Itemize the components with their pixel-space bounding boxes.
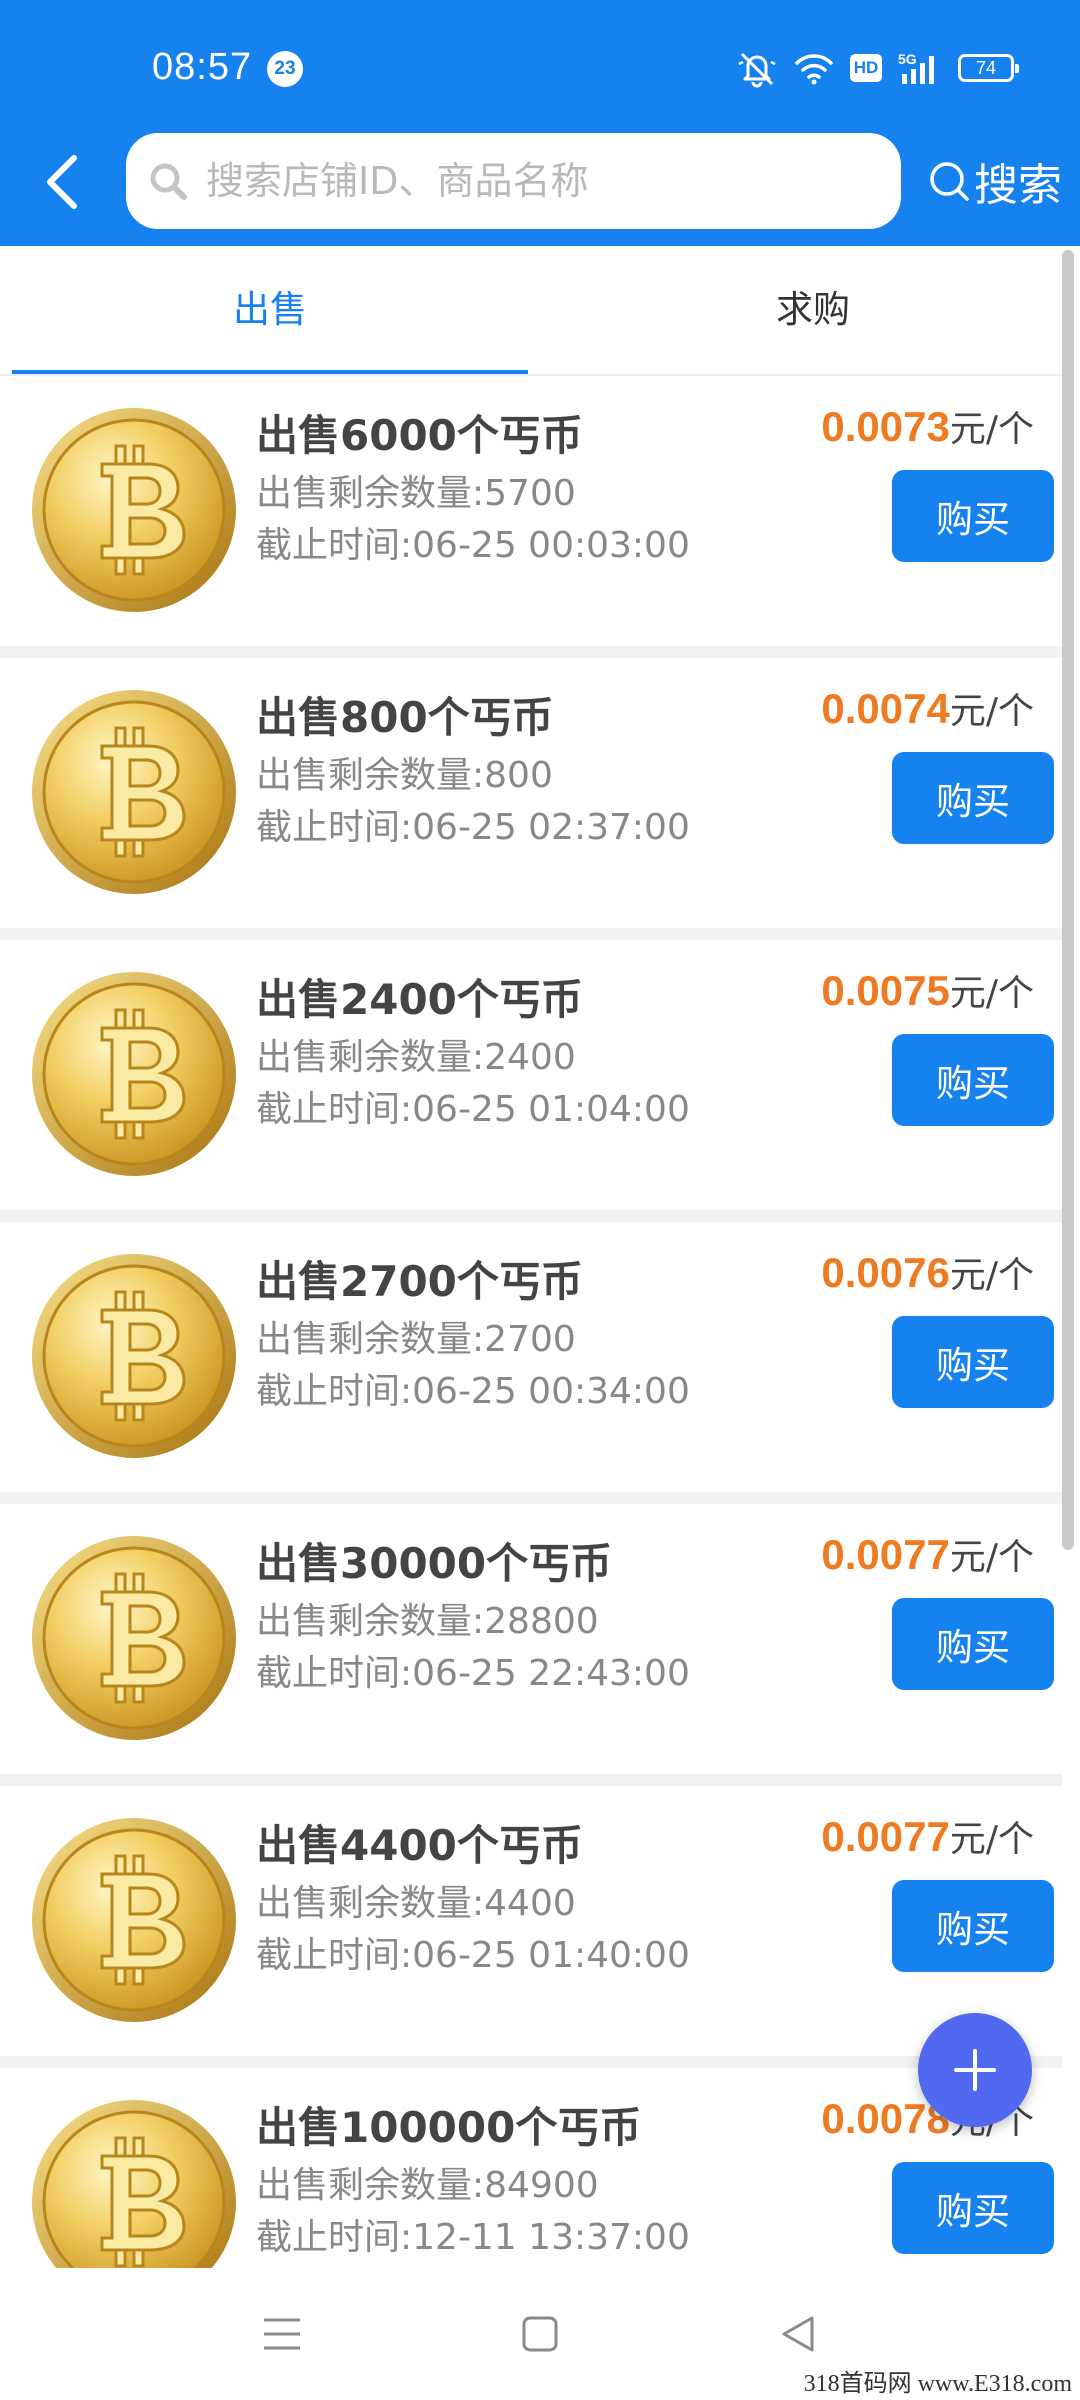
status-icons: HD 5G 74 — [736, 46, 1019, 90]
back-button[interactable] — [36, 150, 92, 214]
listing-deadline: 截止时间:06-25 01:04:00 — [256, 1089, 690, 1130]
search-bar[interactable] — [126, 133, 901, 229]
listing-remaining: 出售剩余数量:2400 — [256, 1037, 576, 1078]
listing-price: 0.0076元/个 — [821, 1246, 1034, 1298]
network-type-label: 5G — [898, 51, 917, 67]
listing-price: 0.0075元/个 — [821, 964, 1034, 1016]
price-unit: 元/个 — [949, 1255, 1034, 1296]
price-value: 0.0073 — [821, 403, 950, 450]
listing-title: 出售4400个丐币 — [256, 1821, 583, 1870]
listing-remaining: 出售剩余数量:4400 — [256, 1883, 576, 1924]
bitcoin-coin-icon — [30, 1252, 238, 1460]
listing-item[interactable]: 出售6000个丐币 出售剩余数量:5700 截止时间:06-25 00:03:0… — [0, 376, 1062, 658]
price-value: 0.0075 — [821, 967, 950, 1014]
listing-deadline: 截止时间:12-11 13:37:00 — [256, 2217, 690, 2258]
buy-button[interactable]: 购买 — [892, 1598, 1054, 1690]
active-tab-indicator — [12, 370, 528, 374]
bitcoin-coin-icon — [30, 1534, 238, 1742]
notification-count-badge: 23 — [267, 51, 303, 87]
signal-5g-icon: 5G — [898, 50, 942, 86]
listing-remaining: 出售剩余数量:800 — [256, 755, 553, 796]
listing-item[interactable]: 出售30000个丐币 出售剩余数量:28800 截止时间:06-25 22:43… — [0, 1504, 1062, 1786]
bitcoin-coin-icon — [30, 406, 238, 614]
plus-icon — [954, 2049, 996, 2091]
tab-bar: 出售 求购 — [0, 246, 1062, 376]
price-unit: 元/个 — [949, 1819, 1034, 1860]
listing-price: 0.0077元/个 — [821, 1528, 1034, 1580]
price-unit: 元/个 — [949, 1537, 1034, 1578]
listing-item[interactable]: 出售100000个丐币 出售剩余数量:84900 截止时间:12-11 13:3… — [0, 2068, 1062, 2268]
listing-deadline: 截止时间:06-25 22:43:00 — [256, 1653, 690, 1694]
listing-title: 出售2400个丐币 — [256, 975, 583, 1024]
mute-bell-icon — [736, 48, 778, 88]
search-button-label: 搜索 — [974, 160, 1062, 211]
listing-deadline: 截止时间:06-25 02:37:00 — [256, 807, 690, 848]
status-time: 08:57 — [152, 46, 253, 88]
wifi-icon — [794, 51, 834, 85]
tab-buy-request[interactable]: 求购 — [555, 246, 1071, 374]
battery-icon: 74 — [958, 54, 1019, 82]
buy-button[interactable]: 购买 — [892, 470, 1054, 562]
price-value: 0.0074 — [821, 685, 950, 732]
price-unit: 元/个 — [949, 409, 1034, 450]
bitcoin-coin-icon — [30, 688, 238, 896]
buy-button[interactable]: 购买 — [892, 1034, 1054, 1126]
listing-item[interactable]: 出售2400个丐币 出售剩余数量:2400 截止时间:06-25 01:04:0… — [0, 940, 1062, 1222]
listing-price: 0.0073元/个 — [821, 400, 1034, 452]
bitcoin-coin-icon — [30, 2098, 238, 2268]
search-button[interactable]: 搜索 — [928, 150, 1062, 212]
listing-item[interactable]: 出售2700个丐币 出售剩余数量:2700 截止时间:06-25 00:34:0… — [0, 1222, 1062, 1504]
listing-remaining: 出售剩余数量:84900 — [256, 2165, 599, 2206]
listing-deadline: 截止时间:06-25 01:40:00 — [256, 1935, 690, 1976]
watermark: 318首码网 www.E318.com — [803, 2371, 1072, 2397]
system-nav-bar: 318首码网 www.E318.com — [0, 2268, 1080, 2400]
price-value: 0.0076 — [821, 1249, 950, 1296]
price-unit: 元/个 — [949, 691, 1034, 732]
buy-button[interactable]: 购买 — [892, 1880, 1054, 1972]
listing-item[interactable]: 出售4400个丐币 出售剩余数量:4400 截止时间:06-25 01:40:0… — [0, 1786, 1062, 2068]
listing-deadline: 截止时间:06-25 00:03:00 — [256, 525, 690, 566]
hd-icon: HD — [850, 54, 882, 82]
listing-item[interactable]: 出售800个丐币 出售剩余数量:800 截止时间:06-25 02:37:00 … — [0, 658, 1062, 940]
price-value: 0.0077 — [821, 1813, 950, 1860]
listing-deadline: 截止时间:06-25 00:34:00 — [256, 1371, 690, 1412]
app-screen: 08:57 23 HD 5G 74 搜索店铺ID、商品名称 搜索 出售 求购 出… — [0, 0, 1080, 2400]
buy-button[interactable]: 购买 — [892, 1316, 1054, 1408]
price-unit: 元/个 — [949, 973, 1034, 1014]
tab-sell[interactable]: 出售 — [12, 246, 528, 374]
listing-remaining: 出售剩余数量:5700 — [256, 473, 576, 514]
listing-title: 出售800个丐币 — [256, 693, 554, 742]
add-listing-fab[interactable] — [918, 2013, 1032, 2127]
buy-button[interactable]: 购买 — [892, 2162, 1054, 2254]
listing-price: 0.0074元/个 — [821, 682, 1034, 734]
listing-title: 出售30000个丐币 — [256, 1539, 613, 1588]
search-icon — [930, 162, 969, 201]
listing-remaining: 出售剩余数量:2700 — [256, 1319, 576, 1360]
bitcoin-coin-icon — [30, 1816, 238, 2024]
buy-button[interactable]: 购买 — [892, 752, 1054, 844]
listing-list: 出售6000个丐币 出售剩余数量:5700 截止时间:06-25 00:03:0… — [0, 376, 1062, 2268]
listing-title: 出售6000个丐币 — [256, 411, 583, 460]
listing-title: 出售100000个丐币 — [256, 2103, 642, 2152]
bitcoin-coin-icon — [30, 970, 238, 1178]
back-triangle-icon[interactable] — [778, 2314, 818, 2354]
search-icon — [148, 161, 188, 205]
scrollbar[interactable] — [1062, 250, 1074, 1550]
home-icon[interactable] — [520, 2314, 560, 2354]
listing-title: 出售2700个丐币 — [256, 1257, 583, 1306]
menu-icon[interactable] — [262, 2314, 302, 2354]
chevron-left-icon — [47, 155, 77, 209]
search-input[interactable] — [206, 133, 886, 229]
listing-remaining: 出售剩余数量:28800 — [256, 1601, 599, 1642]
price-value: 0.0077 — [821, 1531, 950, 1578]
header: 08:57 23 HD 5G 74 搜索店铺ID、商品名称 搜索 — [0, 0, 1080, 246]
listing-price: 0.0077元/个 — [821, 1810, 1034, 1862]
